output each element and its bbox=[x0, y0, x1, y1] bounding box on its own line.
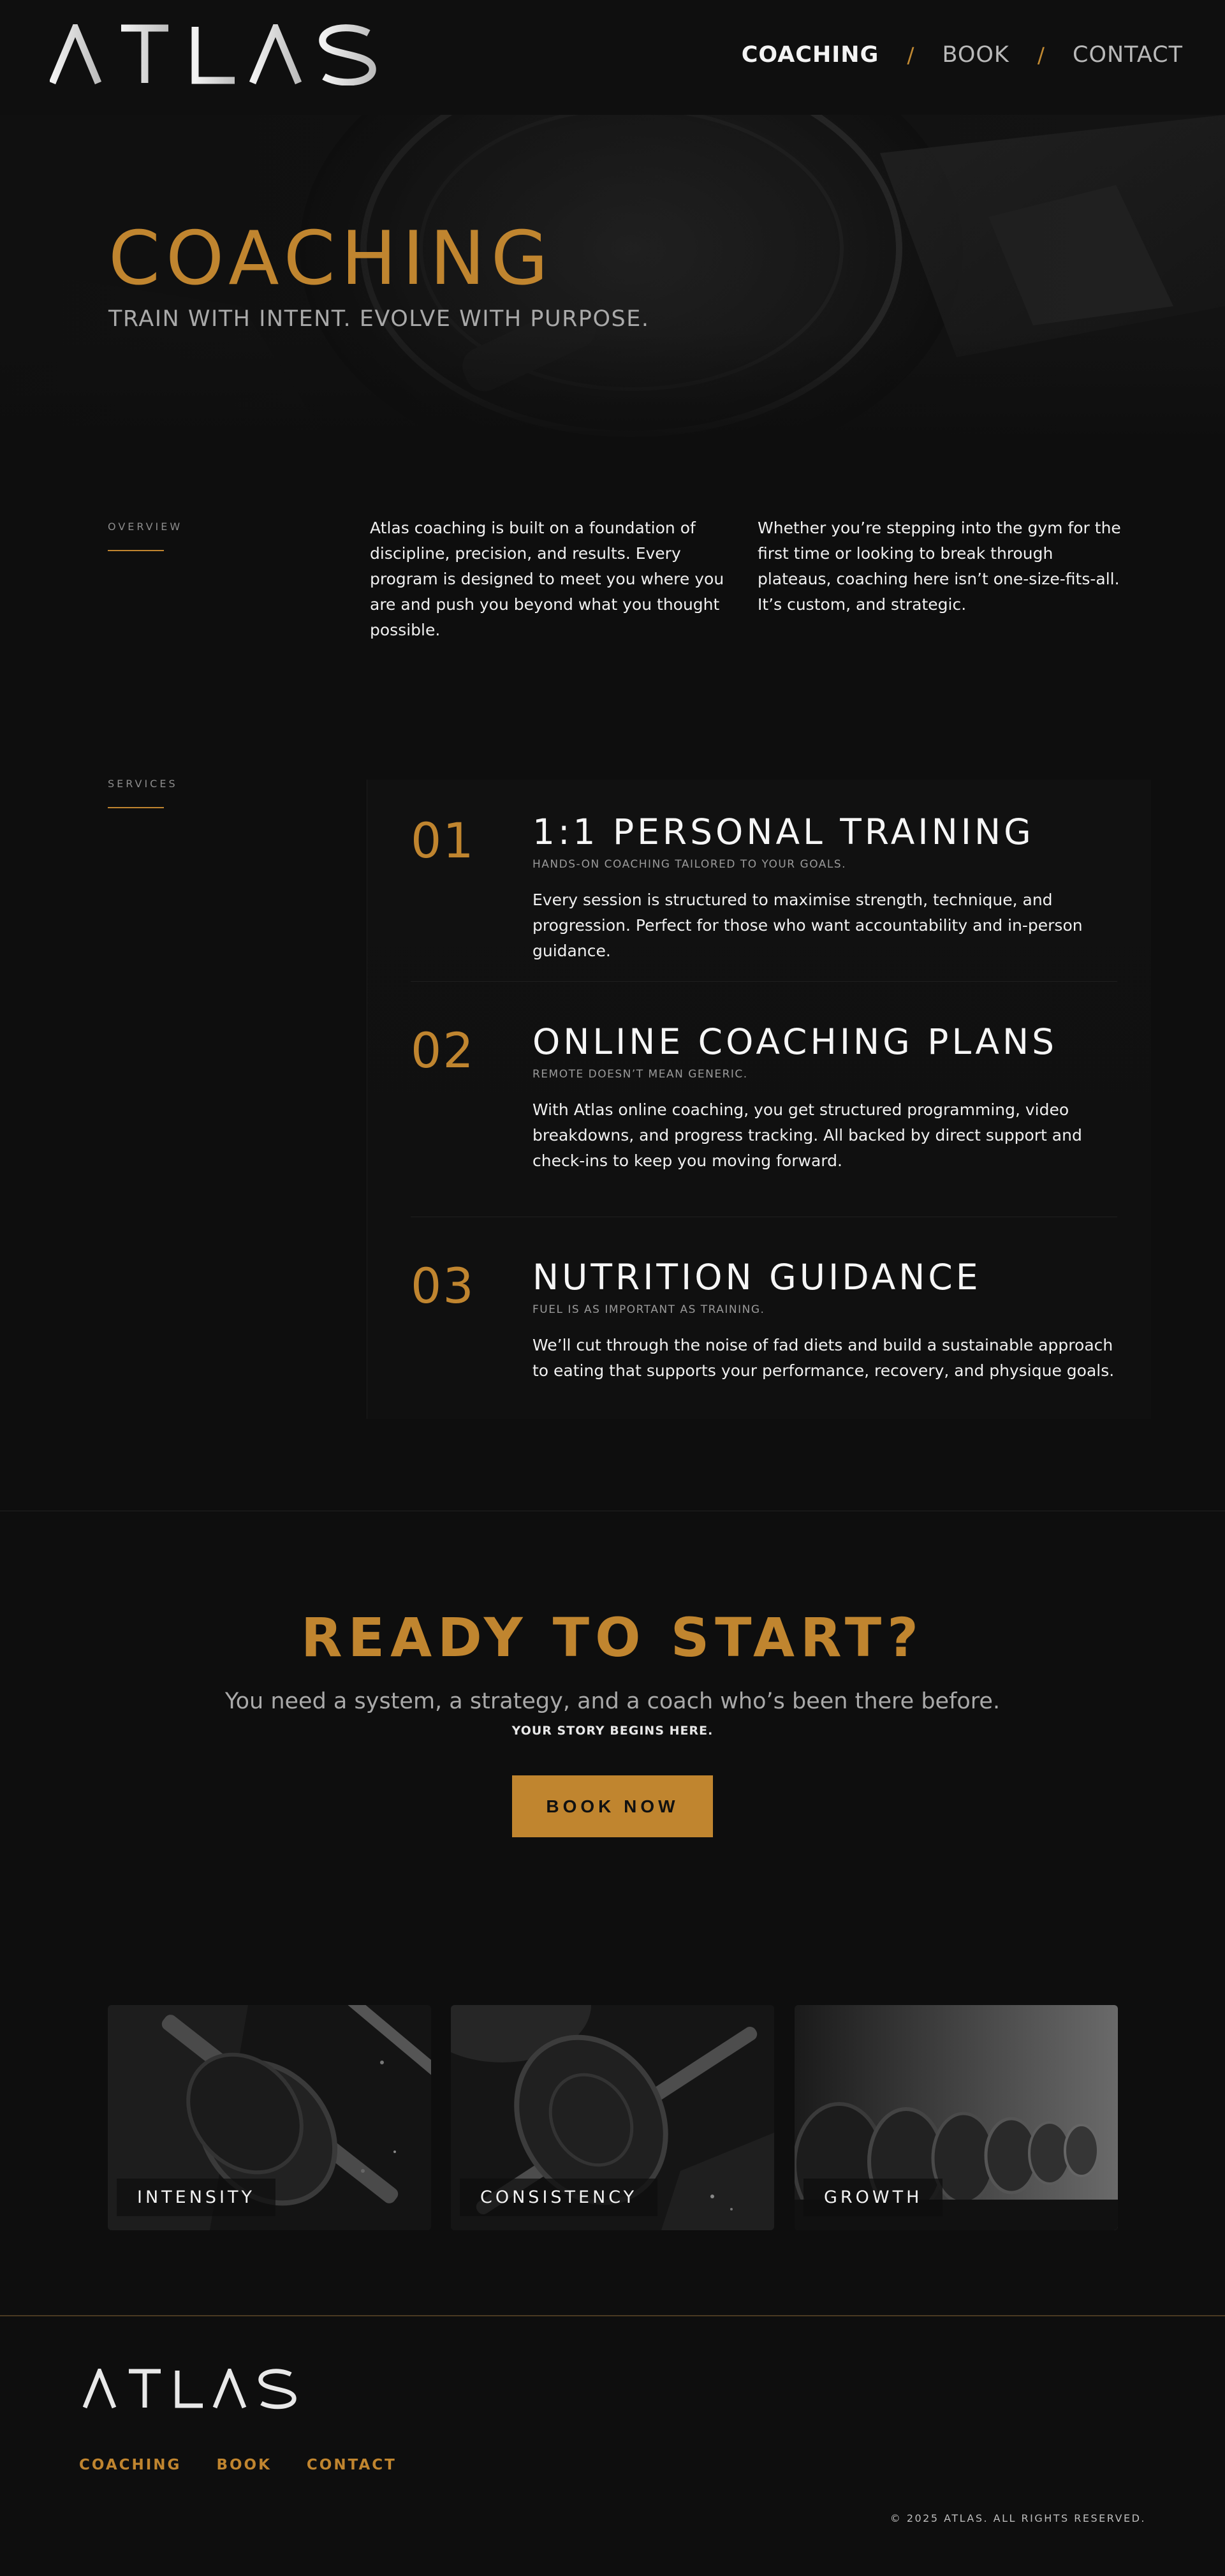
services-label-underline bbox=[108, 807, 164, 808]
service-description: Every session is structured to maximise … bbox=[532, 891, 1083, 960]
nav-separator: / bbox=[1037, 42, 1045, 68]
site-header: COACHING / BOOK / CONTACT bbox=[0, 0, 1225, 115]
service-title: ONLINE COACHING PLANS bbox=[532, 1021, 1058, 1062]
gallery-card-growth[interactable]: GROWTH bbox=[795, 2005, 1118, 2230]
gallery-card-label: GROWTH bbox=[803, 2179, 943, 2216]
overview-label-underline bbox=[108, 550, 164, 551]
footer-divider bbox=[0, 2315, 1225, 2316]
footer-atlas-logo[interactable] bbox=[83, 2369, 303, 2409]
service-tagline: REMOTE DOESN’T MEAN GENERIC. bbox=[532, 1068, 748, 1081]
footer-link-book[interactable]: BOOK bbox=[216, 2457, 271, 2473]
hero-subtitle: TRAIN WITH INTENT. EVOLVE WITH PURPOSE. bbox=[108, 306, 650, 332]
service-description: We’ll cut through the noise of fad diets… bbox=[532, 1336, 1115, 1380]
service-tagline: FUEL IS AS IMPORTANT AS TRAINING. bbox=[532, 1303, 765, 1316]
gallery-card-label: CONSISTENCY bbox=[460, 2179, 658, 2216]
overview-paragraph-1: Atlas coaching is built on a foundation … bbox=[370, 519, 724, 639]
service-number: 02 bbox=[411, 1022, 475, 1079]
cta-title: READY TO START? bbox=[301, 1606, 924, 1669]
hero-section: COACHING TRAIN WITH INTENT. EVOLVE WITH … bbox=[0, 115, 1225, 447]
cta-subtitle: You need a system, a strategy, and a coa… bbox=[224, 1689, 1001, 1714]
service-number: 03 bbox=[411, 1257, 475, 1314]
overview-label: OVERVIEW bbox=[108, 521, 183, 533]
nav-separator: / bbox=[907, 42, 914, 68]
footer-link-coaching[interactable]: COACHING bbox=[79, 2457, 181, 2473]
book-now-button[interactable]: BOOK NOW bbox=[512, 1775, 713, 1837]
gallery-card-label: INTENSITY bbox=[117, 2179, 275, 2216]
main-nav: COACHING / BOOK / CONTACT bbox=[742, 42, 1183, 68]
atlas-logo[interactable] bbox=[50, 24, 388, 85]
overview-paragraph-2: Whether you’re stepping into the gym for… bbox=[758, 519, 1121, 614]
service-title: NUTRITION GUIDANCE bbox=[532, 1257, 981, 1298]
nav-coaching[interactable]: COACHING bbox=[742, 42, 879, 68]
footer-link-contact[interactable]: CONTACT bbox=[307, 2457, 397, 2473]
nav-contact[interactable]: CONTACT bbox=[1073, 42, 1183, 68]
hero-bottom-fade bbox=[0, 332, 1225, 447]
footer-nav: COACHING BOOK CONTACT bbox=[79, 2457, 397, 2473]
page-title: COACHING bbox=[108, 216, 554, 302]
service-number: 01 bbox=[411, 812, 475, 869]
service-divider bbox=[411, 981, 1117, 982]
copyright-text: © 2025 ATLAS. ALL RIGHTS RESERVED. bbox=[890, 2512, 1146, 2524]
gallery-card-consistency[interactable]: CONSISTENCY bbox=[451, 2005, 774, 2230]
service-description: With Atlas online coaching, you get stru… bbox=[532, 1100, 1082, 1170]
gallery-card-intensity[interactable]: INTENSITY bbox=[108, 2005, 431, 2230]
services-label: SERVICES bbox=[108, 778, 178, 790]
service-tagline: HANDS-ON COACHING TAILORED TO YOUR GOALS… bbox=[532, 858, 847, 871]
service-title: 1:1 PERSONAL TRAINING bbox=[532, 811, 1034, 852]
nav-book[interactable]: BOOK bbox=[942, 42, 1009, 68]
cta-tagline: YOUR STORY BEGINS HERE. bbox=[511, 1724, 714, 1738]
